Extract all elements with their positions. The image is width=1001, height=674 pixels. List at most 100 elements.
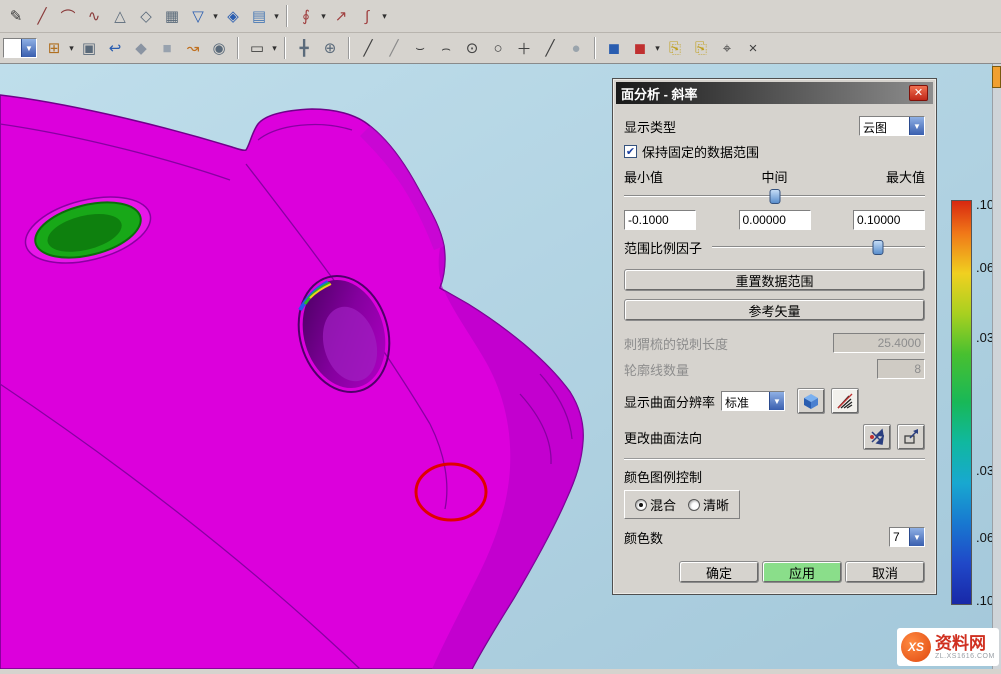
solid-cube-red-icon[interactable]: ◼ xyxy=(628,36,652,60)
hedgehog-display-button[interactable] xyxy=(831,388,859,414)
blend-radio-label: 混合 xyxy=(650,495,676,514)
render-style-icon[interactable]: ◉ xyxy=(207,36,231,60)
target-point-icon[interactable]: ⌖ xyxy=(715,36,739,60)
normal-box-button[interactable] xyxy=(897,424,925,450)
point-icon[interactable]: ＋ xyxy=(512,36,536,60)
combo-arrow-icon[interactable]: ▼ xyxy=(909,528,924,546)
dialog-separator xyxy=(624,458,925,460)
line-icon[interactable]: ╱ xyxy=(356,36,380,60)
spike-length-field: 25.4000 xyxy=(833,333,925,353)
slash-icon[interactable]: ╱ xyxy=(538,36,562,60)
pattern-curve-icon[interactable]: ▦ xyxy=(160,4,184,28)
combo-arrow-icon[interactable]: ▼ xyxy=(909,117,924,135)
keep-range-checkbox[interactable]: ✔ xyxy=(624,145,637,158)
intersection-curve-icon[interactable]: ◈ xyxy=(221,4,245,28)
sphere-icon[interactable]: ● xyxy=(564,36,588,60)
watermark-logo: XS xyxy=(901,632,931,662)
dropdown-arrow-icon[interactable]: ▾ xyxy=(272,4,281,28)
circle-center-icon[interactable]: ⊙ xyxy=(460,36,484,60)
combo-arrow-icon[interactable]: ▼ xyxy=(21,39,36,57)
pan-view-icon[interactable]: ╋ xyxy=(292,36,316,60)
slider-thumb[interactable] xyxy=(873,240,884,255)
mid-value-slider[interactable] xyxy=(624,189,925,204)
shaded-cube-button[interactable] xyxy=(797,388,825,414)
ok-button[interactable]: 确定 xyxy=(679,561,759,583)
extract-curve-icon[interactable]: ∮ xyxy=(294,4,318,28)
resolution-value: 标准 xyxy=(722,392,769,410)
cancel-button[interactable]: 取消 xyxy=(845,561,925,583)
arc-tool-icon[interactable]: ⌒ xyxy=(56,4,80,28)
curve-icon[interactable]: ⌣ xyxy=(408,36,432,60)
max-value-field[interactable]: 0.10000 xyxy=(853,210,925,230)
dropdown-arrow-icon[interactable]: ▾ xyxy=(67,36,76,60)
solid-cube-blue-icon[interactable]: ◼ xyxy=(602,36,626,60)
flip-normal-button[interactable] xyxy=(863,424,891,450)
keep-range-label: 保持固定的数据范围 xyxy=(642,142,759,161)
offset-curve-icon[interactable]: ◇ xyxy=(134,4,158,28)
watermark-name: 资料网 xyxy=(935,635,995,653)
wireframe-view-icon[interactable]: ▣ xyxy=(77,36,101,60)
reset-range-button[interactable]: 重置数据范围 xyxy=(624,269,925,291)
scale-factor-slider[interactable] xyxy=(712,240,925,255)
color-count-label: 颜色数 xyxy=(624,528,663,547)
display-type-combo[interactable]: 云图 ▼ xyxy=(859,116,925,136)
sharp-radio[interactable]: 清晰 xyxy=(688,495,729,514)
display-type-value: 云图 xyxy=(860,117,909,135)
reference-vector-button[interactable]: 参考矢量 xyxy=(624,299,925,321)
blend-radio[interactable]: 混合 xyxy=(635,495,676,514)
radio-selected-icon[interactable] xyxy=(635,499,647,511)
radio-icon[interactable] xyxy=(688,499,700,511)
min-label: 最小值 xyxy=(624,167,663,186)
dropdown-arrow-icon[interactable]: ▾ xyxy=(380,4,389,28)
arc-icon[interactable]: ⌢ xyxy=(434,36,458,60)
shaded-view-icon[interactable]: ◆ xyxy=(129,36,153,60)
snap-point-icon[interactable]: ⊞ xyxy=(42,36,66,60)
section-curve-icon[interactable]: ▤ xyxy=(247,4,271,28)
polygon-tool-icon[interactable]: △ xyxy=(108,4,132,28)
cube-icon xyxy=(802,392,820,410)
studio-spline-icon[interactable]: ∿ xyxy=(82,4,106,28)
rotate-view-icon[interactable]: ⊕ xyxy=(318,36,342,60)
selection-rect-icon[interactable]: ▭ xyxy=(245,36,269,60)
clipboard2-icon[interactable]: ⎘ xyxy=(689,36,713,60)
circle-icon[interactable]: ○ xyxy=(486,36,510,60)
combo-arrow-icon[interactable]: ▼ xyxy=(769,392,784,410)
dropdown-arrow-icon[interactable]: ▾ xyxy=(270,36,279,60)
clipboard-icon[interactable]: ⎘ xyxy=(663,36,687,60)
resource-bar-tab[interactable] xyxy=(992,66,1001,88)
line-thin-icon[interactable]: ╱ xyxy=(382,36,406,60)
sharp-radio-label: 清晰 xyxy=(703,495,729,514)
close-icon[interactable]: ✕ xyxy=(909,85,928,101)
solid-view-icon[interactable]: ■ xyxy=(155,36,179,60)
project-curve-icon[interactable]: ▽ xyxy=(186,4,210,28)
datum-axis-icon[interactable]: ↗ xyxy=(329,4,353,28)
color-count-combo[interactable]: 7 ▼ xyxy=(889,527,925,547)
toolbar-separator xyxy=(237,37,239,59)
hedgehog-icon xyxy=(836,392,854,410)
dropdown-arrow-icon[interactable]: ▾ xyxy=(211,4,220,28)
watermark-domain: ZL.XS1616.COM xyxy=(935,653,995,660)
color-legend-control-label: 颜色图例控制 xyxy=(624,467,702,486)
orange-sweep-icon[interactable]: ↝ xyxy=(181,36,205,60)
change-normal-label: 更改曲面法向 xyxy=(624,428,702,447)
min-value-field[interactable]: -0.1000 xyxy=(624,210,696,230)
resolution-label: 显示曲面分辨率 xyxy=(624,392,715,411)
max-label: 最大值 xyxy=(886,167,925,186)
spike-length-label: 刺猬梳的锐刺长度 xyxy=(624,334,728,353)
dropdown-arrow-icon[interactable]: ▾ xyxy=(653,36,662,60)
line-tool-icon[interactable]: ╱ xyxy=(30,4,54,28)
mid-value-field[interactable]: 0.00000 xyxy=(739,210,811,230)
apply-button[interactable]: 应用 xyxy=(762,561,842,583)
slider-thumb[interactable] xyxy=(769,189,780,204)
face-analysis-dialog: 面分析 - 斜率 ✕ 显示类型 云图 ▼ ✔ 保持固定的数据范围 最小值 中间 … xyxy=(612,78,937,595)
resolution-combo[interactable]: 标准 ▼ xyxy=(721,391,785,411)
view-combo[interactable]: ▼ xyxy=(3,38,37,58)
box-arrow-icon xyxy=(902,428,920,446)
profile-tool-icon[interactable]: ✎ xyxy=(4,4,28,28)
deselect-icon[interactable]: × xyxy=(741,36,765,60)
undo-arrow-icon[interactable]: ↩ xyxy=(103,36,127,60)
slider-track[interactable] xyxy=(712,246,925,248)
dialog-titlebar[interactable]: 面分析 - 斜率 ✕ xyxy=(616,82,933,104)
spline-section-icon[interactable]: ∫ xyxy=(355,4,379,28)
dropdown-arrow-icon[interactable]: ▾ xyxy=(319,4,328,28)
